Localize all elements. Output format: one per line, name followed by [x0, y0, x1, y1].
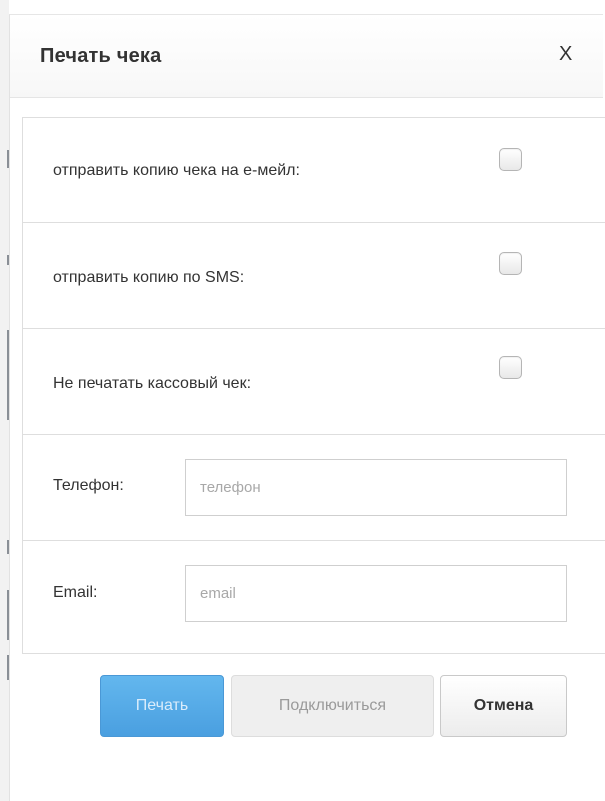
receipt-options-form: отправить копию чека на е-мейл: отправит…	[22, 117, 605, 654]
option-row-email-copy: отправить копию чека на е-мейл:	[23, 118, 605, 223]
phone-field-row: Телефон:	[23, 435, 605, 541]
no-print-checkbox[interactable]	[499, 356, 522, 379]
background-page-edge	[0, 0, 9, 801]
email-copy-checkbox[interactable]	[499, 148, 522, 171]
dialog-title: Печать чека	[40, 45, 162, 67]
phone-input[interactable]	[185, 459, 567, 516]
phone-label: Телефон:	[53, 477, 124, 494]
option-row-no-print: Не печатать кассовый чек:	[23, 329, 605, 435]
close-button[interactable]: X	[559, 43, 572, 66]
option-row-sms-copy: отправить копию по SMS:	[23, 223, 605, 329]
print-button[interactable]: Печать	[100, 675, 224, 737]
option-label-no-print: Не печатать кассовый чек:	[53, 375, 252, 392]
email-input[interactable]	[185, 565, 567, 622]
connect-button[interactable]: Подключиться	[231, 675, 434, 737]
cancel-button[interactable]: Отмена	[440, 675, 567, 737]
dialog-header: Печать чека X	[10, 15, 603, 98]
sms-copy-checkbox[interactable]	[499, 252, 522, 275]
email-label: Email:	[53, 584, 98, 601]
email-field-row: Email:	[23, 541, 605, 653]
option-label-email-copy: отправить копию чека на е-мейл:	[53, 162, 300, 179]
print-receipt-dialog: Печать чека X отправить копию чека на е-…	[9, 14, 605, 801]
option-label-sms-copy: отправить копию по SMS:	[53, 269, 245, 286]
